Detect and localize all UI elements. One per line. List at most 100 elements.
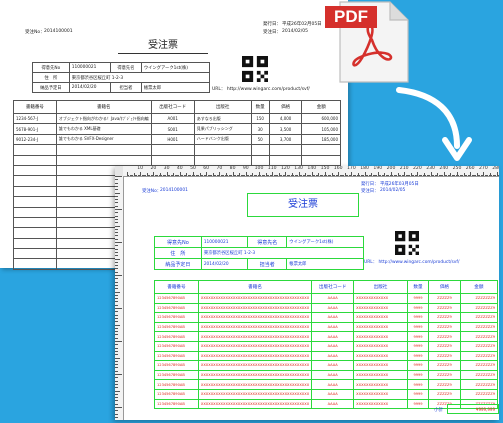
table-cell[interactable]: XXXXXXXXXXXXXXXXXXXXXXXXXXXXXXXXXXXXXXXX… [197, 369, 313, 381]
table-cell[interactable]: XXXXXXXXXXXXXXXXXXXXXXXXXXXXXXXXXXXXXXXX… [197, 321, 313, 333]
order-date-label[interactable]: 受注日： [361, 188, 379, 194]
table-cell[interactable]: XXXXXXXXXXXXX [353, 293, 408, 304]
table-cell[interactable]: ZZZZZZZ9 [459, 312, 499, 323]
table-cell[interactable]: ZZZZZ9 [428, 360, 461, 371]
customer-info-table[interactable]: 得意先No 110000021 得意先名 ウイングアーク1st(株) 住 所 東… [154, 236, 365, 270]
table-cell[interactable]: 1234567890AB [154, 321, 199, 333]
table-cell[interactable]: XXXXXXXXXXXXXXXXXXXXXXXXXXXXXXXXXXXXXXXX… [197, 302, 313, 314]
col-header[interactable]: 数量 [406, 280, 430, 294]
table-row[interactable]: 1234567890AB XXXXXXXXXXXXXXXXXXXXXXXXXXXX… [154, 350, 499, 362]
table-row[interactable]: 1234567890AB XXXXXXXXXXXXXXXXXXXXXXXXXXXX… [154, 321, 499, 333]
table-cell[interactable]: XXXXXXXXXXXXXXXXXXXXXXXXXXXXXXXXXXXXXXXX… [197, 350, 313, 362]
table-cell[interactable]: AAAA [311, 360, 355, 371]
table-row[interactable]: 1234567890AB XXXXXXXXXXXXXXXXXXXXXXXXXXXX… [154, 379, 499, 390]
table-cell[interactable]: 9999 [406, 340, 430, 352]
dest-no[interactable]: 110000021 [200, 236, 249, 248]
address[interactable]: 東京都渋谷区桜丘町 1-2-3 [200, 247, 365, 259]
table-cell[interactable]: 9999 [406, 388, 430, 400]
product-url[interactable]: URL： http://www.wingarc.com/product/svf/ [364, 259, 459, 265]
table-cell[interactable]: 1234567890AB [154, 398, 199, 410]
table-cell[interactable]: 9999 [406, 398, 430, 410]
table-cell[interactable]: ZZZZZ9 [428, 321, 461, 333]
col-header[interactable]: 価格 [428, 280, 461, 294]
col-header[interactable]: 出版社コード [311, 280, 355, 294]
table-cell[interactable]: 9999 [406, 293, 430, 304]
table-cell[interactable]: 1234567890AB [154, 388, 199, 400]
table-cell[interactable]: 1234567890AB [154, 360, 199, 371]
table-cell[interactable]: XXXXXXXXXXXXX [353, 340, 408, 352]
form-title-field[interactable]: 受注票 [247, 193, 359, 217]
staff-name[interactable]: 帳票太郎 [286, 258, 364, 270]
table-cell[interactable]: ZZZZZZZ9 [459, 350, 499, 362]
table-row[interactable]: 1234567890AB XXXXXXXXXXXXXXXXXXXXXXXXXXXX… [154, 388, 499, 400]
delivery-label[interactable]: 納品予定日 [154, 258, 202, 270]
table-row[interactable]: 1234567890AB XXXXXXXXXXXXXXXXXXXXXXXXXXXX… [154, 312, 499, 323]
table-cell[interactable]: AAAA [311, 350, 355, 362]
horizontal-ruler[interactable]: 10 20 30 40 50 60 70 80 90 100 110 120 130 140 150 160 1… [123, 166, 499, 177]
table-cell[interactable]: ZZZZZ9 [428, 302, 461, 314]
table-cell[interactable]: XXXXXXXXXXXXX [353, 312, 408, 323]
table-row[interactable]: 1234567890AB XXXXXXXXXXXXXXXXXXXXXXXXXXXX… [154, 331, 499, 342]
order-items-table[interactable]: 書籍番号 書籍名 出版社コード 出版社 数量 価格 金額 1234567890A… [154, 280, 499, 410]
table-cell[interactable]: AAAA [311, 293, 355, 304]
table-cell[interactable]: XXXXXXXXXXXXX [353, 302, 408, 314]
table-cell[interactable]: ZZZZZZZ9 [459, 360, 499, 371]
table-cell[interactable]: 9999 [406, 369, 430, 381]
table-row[interactable]: 1234567890AB XXXXXXXXXXXXXXXXXXXXXXXXXXXX… [154, 302, 499, 314]
table-cell[interactable]: XXXXXXXXXXXXXXXXXXXXXXXXXXXXXXXXXXXXXXXX… [197, 331, 313, 342]
col-header[interactable]: 書籍番号 [154, 280, 199, 294]
table-cell[interactable]: AAAA [311, 388, 355, 400]
table-cell[interactable]: ZZZZZZZ9 [459, 302, 499, 314]
table-cell[interactable]: 1234567890AB [154, 340, 199, 352]
table-cell[interactable]: 9999 [406, 360, 430, 371]
table-cell[interactable]: ZZZZZZZ9 [459, 340, 499, 352]
table-cell[interactable]: AAAA [311, 369, 355, 381]
order-no[interactable]: 2014100001 [160, 188, 188, 193]
order-no-label[interactable]: 受注No： [142, 188, 161, 194]
table-cell[interactable]: ZZZZZ9 [428, 340, 461, 352]
table-cell[interactable]: AAAA [311, 312, 355, 323]
table-cell[interactable]: ZZZZZ9 [428, 293, 461, 304]
subtotal-field[interactable]: ¥999,999 [447, 404, 499, 414]
table-cell[interactable]: 9999 [406, 331, 430, 342]
table-cell[interactable]: 1234567890AB [154, 379, 199, 390]
design-canvas[interactable]: 発行日： 平成26年03月05日 受注日： 2014/02/05 受注No： 2… [124, 177, 499, 420]
table-cell[interactable]: 9999 [406, 379, 430, 390]
address-label[interactable]: 住 所 [154, 247, 202, 259]
subtotal-label[interactable]: 小計 [434, 407, 443, 413]
table-cell[interactable]: 9999 [406, 312, 430, 323]
form-designer-window[interactable]: 10 20 30 40 50 60 70 80 90 100 110 120 130 140 150 160 1… [115, 166, 499, 420]
table-cell[interactable]: XXXXXXXXXXXXXXXXXXXXXXXXXXXXXXXXXXXXXXXX… [197, 398, 313, 410]
table-cell[interactable]: ZZZZZZZ9 [459, 379, 499, 390]
table-cell[interactable]: ZZZZZZZ9 [459, 321, 499, 333]
table-cell[interactable]: AAAA [311, 379, 355, 390]
dest-name-label[interactable]: 得意先名 [247, 236, 288, 248]
table-cell[interactable]: ZZZZZZZ9 [459, 331, 499, 342]
table-cell[interactable]: AAAA [311, 340, 355, 352]
table-cell[interactable]: XXXXXXXXXXXXX [353, 360, 408, 371]
table-cell[interactable]: XXXXXXXXXXXXXXXXXXXXXXXXXXXXXXXXXXXXXXXX… [197, 340, 313, 352]
table-cell[interactable]: 1234567890AB [154, 331, 199, 342]
table-cell[interactable]: 9999 [406, 302, 430, 314]
table-cell[interactable]: AAAA [311, 331, 355, 342]
table-cell[interactable]: XXXXXXXXXXXXX [353, 321, 408, 333]
table-cell[interactable]: XXXXXXXXXXXXX [353, 398, 408, 410]
table-cell[interactable]: AAAA [311, 302, 355, 314]
table-cell[interactable]: ZZZZZZZ9 [459, 369, 499, 381]
table-cell[interactable]: ZZZZZ9 [428, 331, 461, 342]
table-cell[interactable]: XXXXXXXXXXXXXXXXXXXXXXXXXXXXXXXXXXXXXXXX… [197, 293, 313, 304]
delivery-date[interactable]: 2014/02/20 [200, 258, 249, 270]
table-cell[interactable]: XXXXXXXXXXXXX [353, 379, 408, 390]
table-cell[interactable]: 1234567890AB [154, 293, 199, 304]
dest-no-label[interactable]: 得意先No [154, 236, 202, 248]
table-cell[interactable]: ZZZZZZZ9 [459, 388, 499, 400]
dest-name[interactable]: ウイングアーク1st(株) [286, 236, 364, 248]
table-row[interactable]: 1234567890AB XXXXXXXXXXXXXXXXXXXXXXXXXXXX… [154, 340, 499, 352]
col-header[interactable]: 金額 [459, 280, 499, 294]
qr-code-icon[interactable] [395, 231, 419, 255]
table-cell[interactable]: XXXXXXXXXXXXXXXXXXXXXXXXXXXXXXXXXXXXXXXX… [197, 388, 313, 400]
table-cell[interactable]: XXXXXXXXXXXXXXXXXXXXXXXXXXXXXXXXXXXXXXXX… [197, 360, 313, 371]
table-cell[interactable]: 1234567890AB [154, 369, 199, 381]
table-cell[interactable]: ZZZZZ9 [428, 350, 461, 362]
table-row[interactable]: 1234567890AB XXXXXXXXXXXXXXXXXXXXXXXXXXXX… [154, 293, 499, 304]
